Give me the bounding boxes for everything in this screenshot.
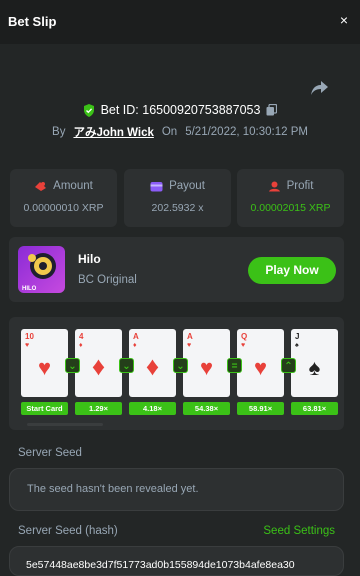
playing-card: 10 ♥ ♥	[21, 329, 68, 397]
cards-scrollbar[interactable]	[27, 423, 103, 426]
seed-settings-link[interactable]: Seed Settings	[263, 525, 335, 537]
card-suit-small: ♦	[133, 342, 137, 349]
profit-icon	[268, 181, 280, 191]
card-rank: 10	[25, 332, 34, 341]
amount-stat: Amount 0.00000010 XRP	[10, 169, 117, 227]
by-label: By	[52, 126, 66, 138]
share-icon[interactable]	[308, 78, 330, 98]
game-thumbnail[interactable]: HILO	[18, 246, 65, 293]
card-rank: A	[187, 332, 193, 341]
user-link[interactable]: アみJohn Wick	[73, 124, 153, 140]
card-rank: 4	[79, 332, 84, 341]
card-multiplier: 63.81×	[291, 402, 338, 415]
amount-value: 0.00000010 XRP	[23, 202, 104, 214]
bet-timestamp: 5/21/2022, 10:30:12 PM	[185, 126, 308, 138]
payout-value: 202.5932 x	[151, 202, 204, 214]
profit-stat: Profit 0.00002015 XRP	[237, 169, 344, 227]
bet-id-row: Bet ID: 16500920753887053	[0, 103, 360, 117]
card-suit-small: ♠	[295, 342, 299, 349]
server-seed-hash-label: Server Seed (hash)	[18, 525, 118, 537]
card-suit: ♥	[199, 355, 214, 380]
on-label: On	[161, 126, 178, 138]
amount-label: Amount	[53, 180, 93, 192]
card-suit: ♥	[37, 355, 52, 380]
game-name: Hilo	[78, 252, 101, 266]
payout-label: Payout	[169, 180, 205, 192]
close-icon[interactable]: ×	[334, 10, 354, 30]
playing-card: A ♥ ♥	[183, 329, 230, 397]
bet-id: Bet ID: 16500920753887053	[100, 103, 261, 117]
guess-arrow-icon: ⌄	[119, 358, 134, 373]
play-now-button[interactable]: Play Now	[248, 257, 336, 284]
card-multiplier: 1.29×	[75, 402, 122, 415]
card-suit-small: ♦	[79, 342, 83, 349]
guess-arrow-icon: ⌄	[65, 358, 80, 373]
card-suit: ♥	[253, 355, 268, 380]
guess-arrow-icon: ⌃	[281, 358, 296, 373]
card-multiplier: 4.18×	[129, 402, 176, 415]
card-multiplier: 54.38×	[183, 402, 230, 415]
wallet-icon	[150, 181, 163, 191]
profit-label: Profit	[286, 180, 314, 192]
card-suit-small: ♥	[187, 342, 192, 349]
card-suit-small: ♥	[241, 342, 246, 349]
hilo-logo-text: HILO	[22, 286, 37, 292]
card-suit: ♦	[145, 351, 160, 381]
card-suit: ♦	[91, 351, 106, 381]
game-card: HILO Hilo BC Original Play Now	[9, 237, 344, 302]
playing-card: 4 ♦ ♦	[75, 329, 122, 397]
playing-card: J ♠ ♠	[291, 329, 338, 397]
server-seed-value: The seed hasn't been revealed yet.	[27, 483, 199, 495]
card-multiplier: 58.91×	[237, 402, 284, 415]
server-seed-hash-value: 5e57448ae8be3d7f51773ad0b155894de1073b4a…	[26, 559, 295, 571]
page-title: Bet Slip	[8, 14, 57, 29]
playing-card: Q ♥ ♥	[237, 329, 284, 397]
card-suit: ♠	[308, 355, 321, 380]
profit-value: 0.00002015 XRP	[250, 202, 331, 214]
cards-strip[interactable]: 10 ♥ ♥ Start Card 4 ♦ ♦ ⌄ 1.29× A ♦ ♦ ⌄ 4.18× A ♥ ♥ ⌄ 54.3…	[9, 317, 344, 430]
card-rank: J	[295, 332, 300, 341]
guess-arrow-icon: ⌄	[173, 358, 188, 373]
playing-card: A ♦ ♦	[129, 329, 176, 397]
payout-stat: Payout 202.5932 x	[124, 169, 231, 227]
card-rank: Q	[241, 332, 248, 341]
server-seed-hash-field[interactable]: 5e57448ae8be3d7f51773ad0b155894de1073b4a…	[9, 546, 344, 576]
shield-check-icon	[83, 103, 94, 117]
server-seed-field: The seed hasn't been revealed yet.	[9, 468, 344, 511]
card-multiplier: Start Card	[21, 402, 68, 415]
bet-byline: By アみJohn Wick On 5/21/2022, 10:30:12 PM	[0, 124, 360, 140]
amount-icon	[35, 181, 47, 191]
copy-icon[interactable]	[266, 104, 278, 116]
card-suit-small: ♥	[25, 342, 30, 349]
card-rank: A	[133, 332, 139, 341]
guess-arrow-icon: =	[227, 358, 242, 373]
hilo-logo-icon: HILO	[22, 253, 56, 292]
game-subtitle: BC Original	[78, 274, 137, 286]
header: Bet Slip ×	[0, 0, 360, 44]
server-seed-label: Server Seed	[18, 447, 82, 459]
